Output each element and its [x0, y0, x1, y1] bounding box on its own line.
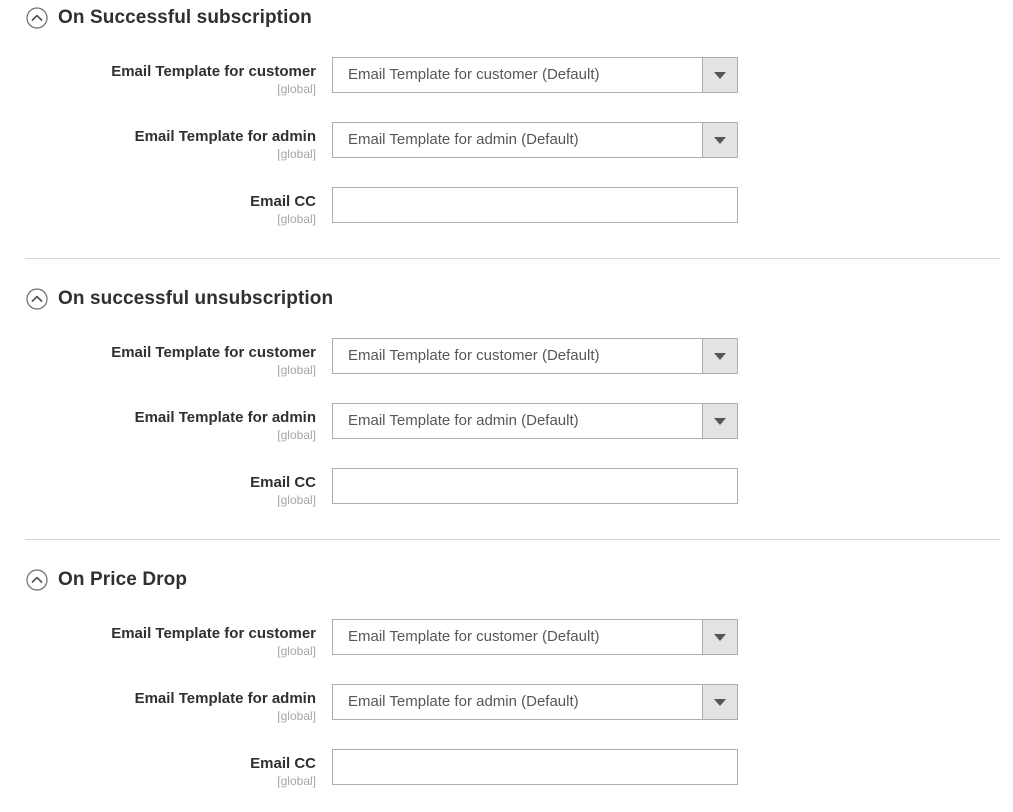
field-control-column	[332, 468, 1013, 504]
field-label-column: Email Template for customer [global]	[0, 619, 332, 659]
section-on-successful-unsubscription: On successful unsubscription Email Templa…	[0, 258, 1013, 508]
caret-down-icon	[714, 698, 726, 706]
select-email-template-customer[interactable]: Email Template for customer (Default)	[332, 57, 738, 93]
section-header-on-price-drop[interactable]: On Price Drop	[0, 540, 1013, 591]
field-scope-note: [global]	[277, 774, 316, 788]
select-value[interactable]: Email Template for customer (Default)	[333, 339, 702, 373]
field-control-column: Email Template for customer (Default)	[332, 57, 1013, 93]
caret-down-icon	[714, 352, 726, 360]
field-row: Email CC [global]	[0, 187, 1013, 227]
field-label-column: Email Template for admin [global]	[0, 684, 332, 724]
field-scope-note: [global]	[277, 212, 316, 226]
select-email-template-admin[interactable]: Email Template for admin (Default)	[332, 684, 738, 720]
select-email-template-customer[interactable]: Email Template for customer (Default)	[332, 338, 738, 374]
select-dropdown-button[interactable]	[702, 620, 737, 654]
field-row: Email Template for customer [global] Email…	[0, 338, 1013, 378]
field-control-column	[332, 187, 1013, 223]
field-row: Email Template for admin [global] Email Te…	[0, 684, 1013, 724]
field-label: Email Template for admin	[134, 128, 316, 145]
chevron-up-circle-icon[interactable]	[26, 7, 48, 29]
settings-page: On Successful subscription Email Template…	[0, 0, 1013, 812]
field-row: Email Template for customer [global] Email…	[0, 619, 1013, 659]
field-row: Email Template for customer [global] Email…	[0, 57, 1013, 97]
input-email-cc[interactable]	[332, 749, 738, 785]
field-row: Email Template for admin [global] Email Te…	[0, 403, 1013, 443]
section-on-price-drop: On Price Drop Email Template for customer…	[0, 539, 1013, 789]
select-value[interactable]: Email Template for customer (Default)	[333, 58, 702, 92]
field-label: Email CC	[250, 474, 316, 491]
field-row: Email Template for admin [global] Email Te…	[0, 122, 1013, 162]
field-label-column: Email Template for admin [global]	[0, 403, 332, 443]
caret-down-icon	[714, 417, 726, 425]
field-control-column: Email Template for customer (Default)	[332, 338, 1013, 374]
field-scope-note: [global]	[277, 493, 316, 507]
field-scope-note: [global]	[277, 147, 316, 161]
select-value[interactable]: Email Template for admin (Default)	[333, 123, 702, 157]
caret-down-icon	[714, 136, 726, 144]
section-header-on-successful-subscription[interactable]: On Successful subscription	[0, 0, 1013, 29]
select-value[interactable]: Email Template for admin (Default)	[333, 404, 702, 438]
section-title: On Price Drop	[58, 569, 188, 590]
select-email-template-admin[interactable]: Email Template for admin (Default)	[332, 403, 738, 439]
field-label-column: Email Template for admin [global]	[0, 122, 332, 162]
field-scope-note: [global]	[277, 644, 316, 658]
section-on-successful-subscription: On Successful subscription Email Template…	[0, 0, 1013, 227]
field-row: Email CC [global]	[0, 468, 1013, 508]
select-dropdown-button[interactable]	[702, 339, 737, 373]
field-label: Email Template for admin	[134, 409, 316, 426]
section-header-on-successful-unsubscription[interactable]: On successful unsubscription	[0, 259, 1013, 310]
field-label-column: Email Template for customer [global]	[0, 338, 332, 378]
select-dropdown-button[interactable]	[702, 685, 737, 719]
select-email-template-customer[interactable]: Email Template for customer (Default)	[332, 619, 738, 655]
field-control-column: Email Template for admin (Default)	[332, 684, 1013, 720]
field-label: Email Template for admin	[134, 690, 316, 707]
select-email-template-admin[interactable]: Email Template for admin (Default)	[332, 122, 738, 158]
chevron-up-circle-icon[interactable]	[26, 569, 48, 591]
field-label: Email CC	[250, 193, 316, 210]
select-value[interactable]: Email Template for admin (Default)	[333, 685, 702, 719]
select-dropdown-button[interactable]	[702, 58, 737, 92]
field-label: Email CC	[250, 755, 316, 772]
caret-down-icon	[714, 71, 726, 79]
input-email-cc[interactable]	[332, 187, 738, 223]
field-label: Email Template for customer	[111, 344, 316, 361]
section-title: On successful unsubscription	[58, 288, 334, 309]
field-control-column	[332, 749, 1013, 785]
section-title: On Successful subscription	[58, 7, 312, 28]
field-scope-note: [global]	[277, 82, 316, 96]
select-dropdown-button[interactable]	[702, 123, 737, 157]
field-control-column: Email Template for admin (Default)	[332, 403, 1013, 439]
field-label: Email Template for customer	[111, 63, 316, 80]
sections-container: On Successful subscription Email Template…	[0, 0, 1013, 789]
input-email-cc[interactable]	[332, 468, 738, 504]
field-control-column: Email Template for admin (Default)	[332, 122, 1013, 158]
field-label-column: Email Template for customer [global]	[0, 57, 332, 97]
select-value[interactable]: Email Template for customer (Default)	[333, 620, 702, 654]
field-label-column: Email CC [global]	[0, 187, 332, 227]
field-scope-note: [global]	[277, 709, 316, 723]
field-label: Email Template for customer	[111, 625, 316, 642]
field-row: Email CC [global]	[0, 749, 1013, 789]
field-label-column: Email CC [global]	[0, 468, 332, 508]
field-control-column: Email Template for customer (Default)	[332, 619, 1013, 655]
chevron-up-circle-icon[interactable]	[26, 288, 48, 310]
field-scope-note: [global]	[277, 363, 316, 377]
field-scope-note: [global]	[277, 428, 316, 442]
select-dropdown-button[interactable]	[702, 404, 737, 438]
field-label-column: Email CC [global]	[0, 749, 332, 789]
caret-down-icon	[714, 633, 726, 641]
